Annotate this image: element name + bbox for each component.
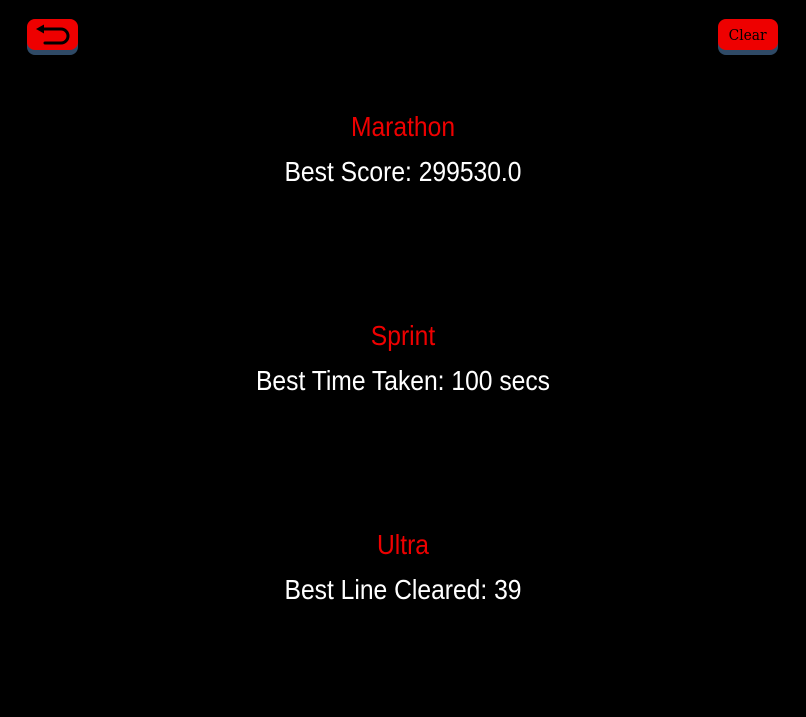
clear-button[interactable]: Clear	[718, 19, 778, 50]
mode-title-ultra: Ultra	[376, 529, 430, 560]
marathon-section: Marathon Best Score: 299530.0	[0, 111, 806, 188]
ultra-section: Ultra Best Line Cleared: 39	[0, 529, 806, 606]
best-lines-text: Best Line Cleared: 39	[284, 574, 522, 605]
mode-title-marathon: Marathon	[350, 111, 456, 142]
best-score-text: Best Score: 299530.0	[284, 156, 522, 187]
clear-button-label: Clear	[729, 25, 767, 44]
best-time-text: Best Time Taken: 100 secs	[255, 365, 551, 396]
mode-title-sprint: Sprint	[370, 320, 436, 351]
back-button[interactable]	[27, 19, 78, 50]
sprint-section: Sprint Best Time Taken: 100 secs	[0, 320, 806, 397]
undo-arrow-icon	[33, 24, 73, 46]
